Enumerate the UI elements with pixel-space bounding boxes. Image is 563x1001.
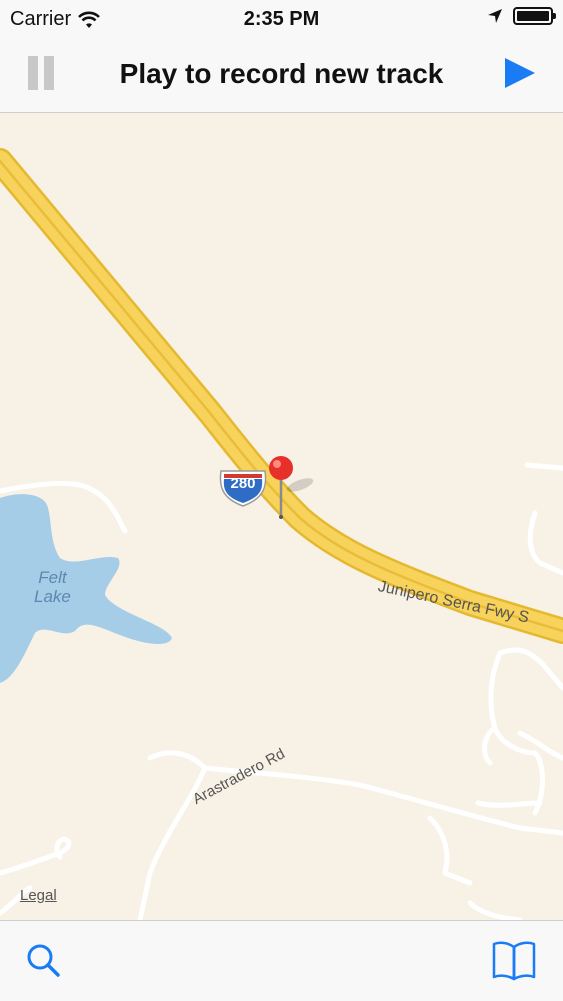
- felt-lake: [0, 494, 172, 683]
- page-title: Play to record new track: [119, 58, 444, 89]
- lake-label-line2: Lake: [34, 587, 71, 606]
- highway-shield-label: 280: [230, 475, 256, 492]
- status-bar: Carrier 2:35 PM: [0, 0, 563, 38]
- play-button[interactable]: [503, 56, 537, 90]
- status-right-group: [487, 7, 556, 25]
- minor-roads: [0, 462, 563, 920]
- navigation-bar: Play to record new track: [0, 38, 563, 113]
- lake-label: Felt Lake: [34, 568, 71, 606]
- bookmarks-button[interactable]: [491, 939, 537, 981]
- battery-icon: [513, 7, 556, 25]
- map-view[interactable]: 280 Junipero Serra Fwy S Arastradero Rd …: [0, 113, 563, 920]
- search-button[interactable]: [24, 941, 64, 981]
- location-arrow-icon: [488, 9, 502, 23]
- tab-bar: [0, 920, 563, 1001]
- legal-link[interactable]: Legal: [20, 887, 57, 904]
- play-icon: [505, 58, 535, 88]
- status-time: 2:35 PM: [243, 8, 320, 30]
- search-icon: [27, 944, 60, 977]
- book-icon: [492, 941, 536, 981]
- lake-label-line1: Felt: [38, 568, 67, 587]
- map-canvas: [0, 148, 563, 920]
